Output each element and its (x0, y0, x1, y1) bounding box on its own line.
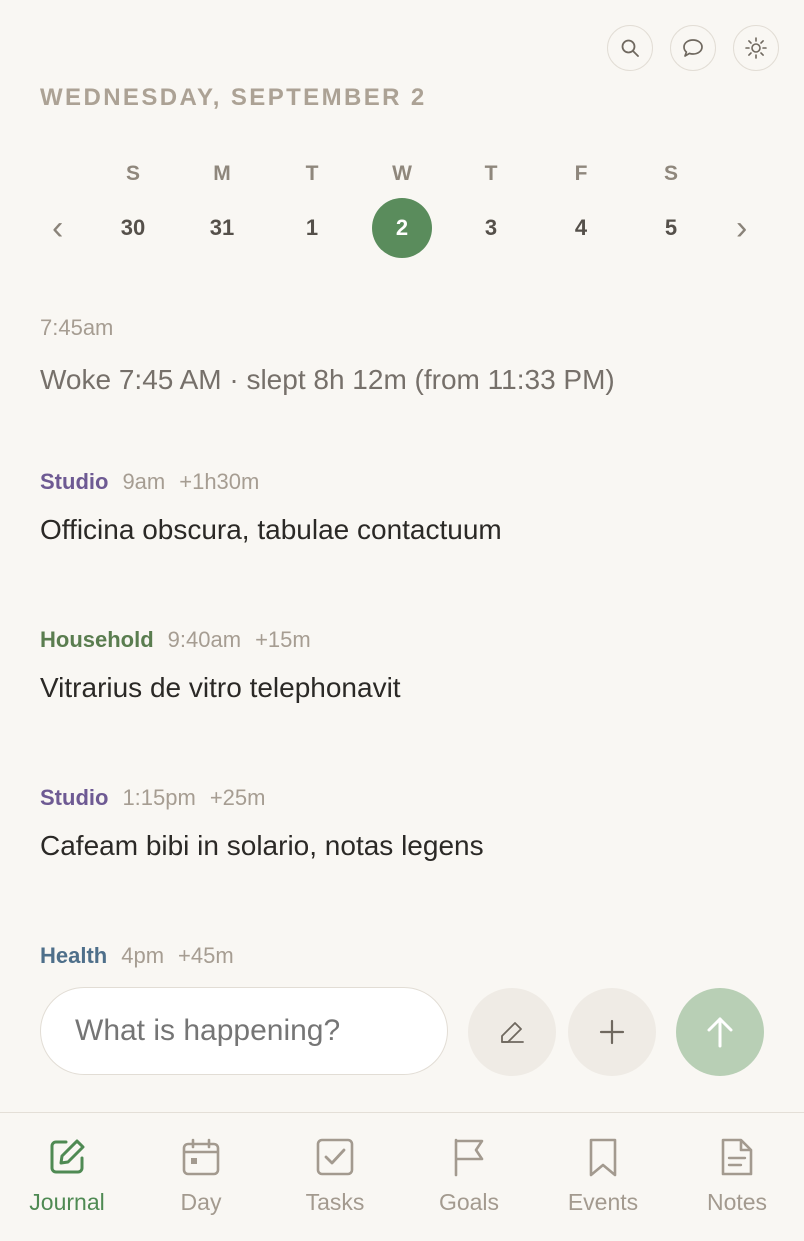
tab-notes[interactable]: Notes (670, 1137, 804, 1216)
entry-text: Woke 7:45 AM · slept 8h 12m (from 11:33 … (40, 364, 615, 395)
tab-label: Day (180, 1189, 222, 1215)
day-button[interactable]: 5 (641, 198, 701, 258)
chat-button[interactable] (670, 25, 716, 71)
weekday-label: F (574, 162, 588, 185)
entry-category: Studio (40, 785, 109, 810)
day-button[interactable]: 1 (282, 198, 342, 258)
day-button[interactable]: 3 (461, 198, 521, 258)
document-icon (721, 1138, 753, 1176)
edit-button[interactable] (468, 988, 556, 1076)
add-button[interactable] (568, 988, 656, 1076)
entry-text: Vitrarius de vitro telephonavit (40, 672, 401, 703)
entry-category: Health (40, 943, 108, 968)
entry-category: Household (40, 627, 154, 652)
entry-time: 9:40am (167, 627, 242, 652)
entry-input[interactable] (40, 987, 448, 1075)
entry-duration: +15m (255, 627, 311, 652)
send-button[interactable] (676, 988, 764, 1076)
entry-meta: Studio 1:15pm +25m (40, 782, 780, 814)
entry-time: 1:15pm (122, 785, 196, 810)
entry-meta: Household 9:40am +15m (40, 624, 780, 656)
tab-label: Journal (29, 1189, 105, 1215)
entry-duration: +1h30m (179, 469, 260, 494)
entry-time: 9am (122, 469, 166, 494)
entry-duration: +45m (178, 943, 234, 968)
weekday-label: S (125, 162, 140, 185)
entry-time: 7:45am (40, 315, 114, 340)
plus-icon (599, 1019, 625, 1045)
entry-meta: Studio 9am +1h30m (40, 466, 780, 498)
search-icon (621, 39, 639, 57)
weekday-label: W (392, 162, 412, 185)
entry-time: 4pm (121, 943, 165, 968)
calendar-icon (182, 1138, 220, 1176)
entry-category: Studio (40, 469, 109, 494)
next-week-icon[interactable]: › (736, 208, 747, 248)
journal-icon (50, 1139, 85, 1174)
pencil-icon (501, 1022, 524, 1043)
entry-text: Cafeam bibi in solario, notas legens (40, 830, 484, 861)
top-toolbar (607, 25, 779, 71)
tab-day[interactable]: Day (134, 1137, 268, 1216)
tab-label: Goals (438, 1189, 500, 1215)
arrow-up-icon (707, 1017, 733, 1048)
checkbox-icon (316, 1138, 354, 1176)
flag-icon (454, 1138, 484, 1177)
tab-bar: Journal Day Tasks Goals Events Notes (0, 1112, 804, 1241)
day-button[interactable]: 31 (192, 198, 252, 258)
entry-text: Officina obscura, tabulae contactuum (40, 514, 502, 545)
date-heading: WEDNESDAY, SEPTEMBER 2 (40, 84, 427, 111)
weekday-label: M (213, 162, 231, 185)
search-button[interactable] (607, 25, 653, 71)
entry-meta: Health 4pm +45m (40, 940, 780, 968)
bookmark-icon (589, 1138, 617, 1177)
tab-tasks[interactable]: Tasks (268, 1137, 402, 1216)
day-button[interactable]: 4 (551, 198, 611, 258)
day-button[interactable]: 30 (103, 198, 163, 258)
journal-entry[interactable]: Health 4pm +45m (40, 940, 780, 968)
sun-icon (745, 37, 767, 59)
theme-button[interactable] (733, 25, 779, 71)
journal-entry[interactable]: Studio 1:15pm +25m Cafeam bibi in solario,… (40, 782, 780, 868)
journal-entry[interactable]: Studio 9am +1h30m Officina obscura, tabula… (40, 466, 780, 552)
weekday-label: S (663, 162, 678, 185)
composer (40, 987, 804, 1077)
week-strip: ‹ S 30 M 31 T 1 W 2 T 3 F 4 S 5 › (0, 160, 804, 270)
tab-label: Events (567, 1189, 639, 1215)
day-button-selected[interactable]: 2 (372, 198, 432, 258)
journal-entry[interactable]: Household 9:40am +15m Vitrarius de vitro t… (40, 624, 780, 710)
entry-meta: 7:45am (40, 312, 780, 344)
chat-icon (683, 39, 703, 57)
tab-label: Notes (706, 1189, 768, 1215)
journal-entry[interactable]: 7:45am Woke 7:45 AM · slept 8h 12m (from… (40, 312, 780, 402)
tab-goals[interactable]: Goals (402, 1137, 536, 1216)
tab-label: Tasks (305, 1189, 365, 1215)
weekday-label: T (305, 162, 319, 185)
journal-entries: 7:45am Woke 7:45 AM · slept 8h 12m (from… (40, 300, 780, 968)
tab-events[interactable]: Events (536, 1137, 670, 1216)
weekday-label: T (484, 162, 498, 185)
entry-duration: +25m (209, 785, 266, 810)
prev-week-icon[interactable]: ‹ (52, 208, 63, 248)
tab-journal[interactable]: Journal (0, 1137, 134, 1216)
